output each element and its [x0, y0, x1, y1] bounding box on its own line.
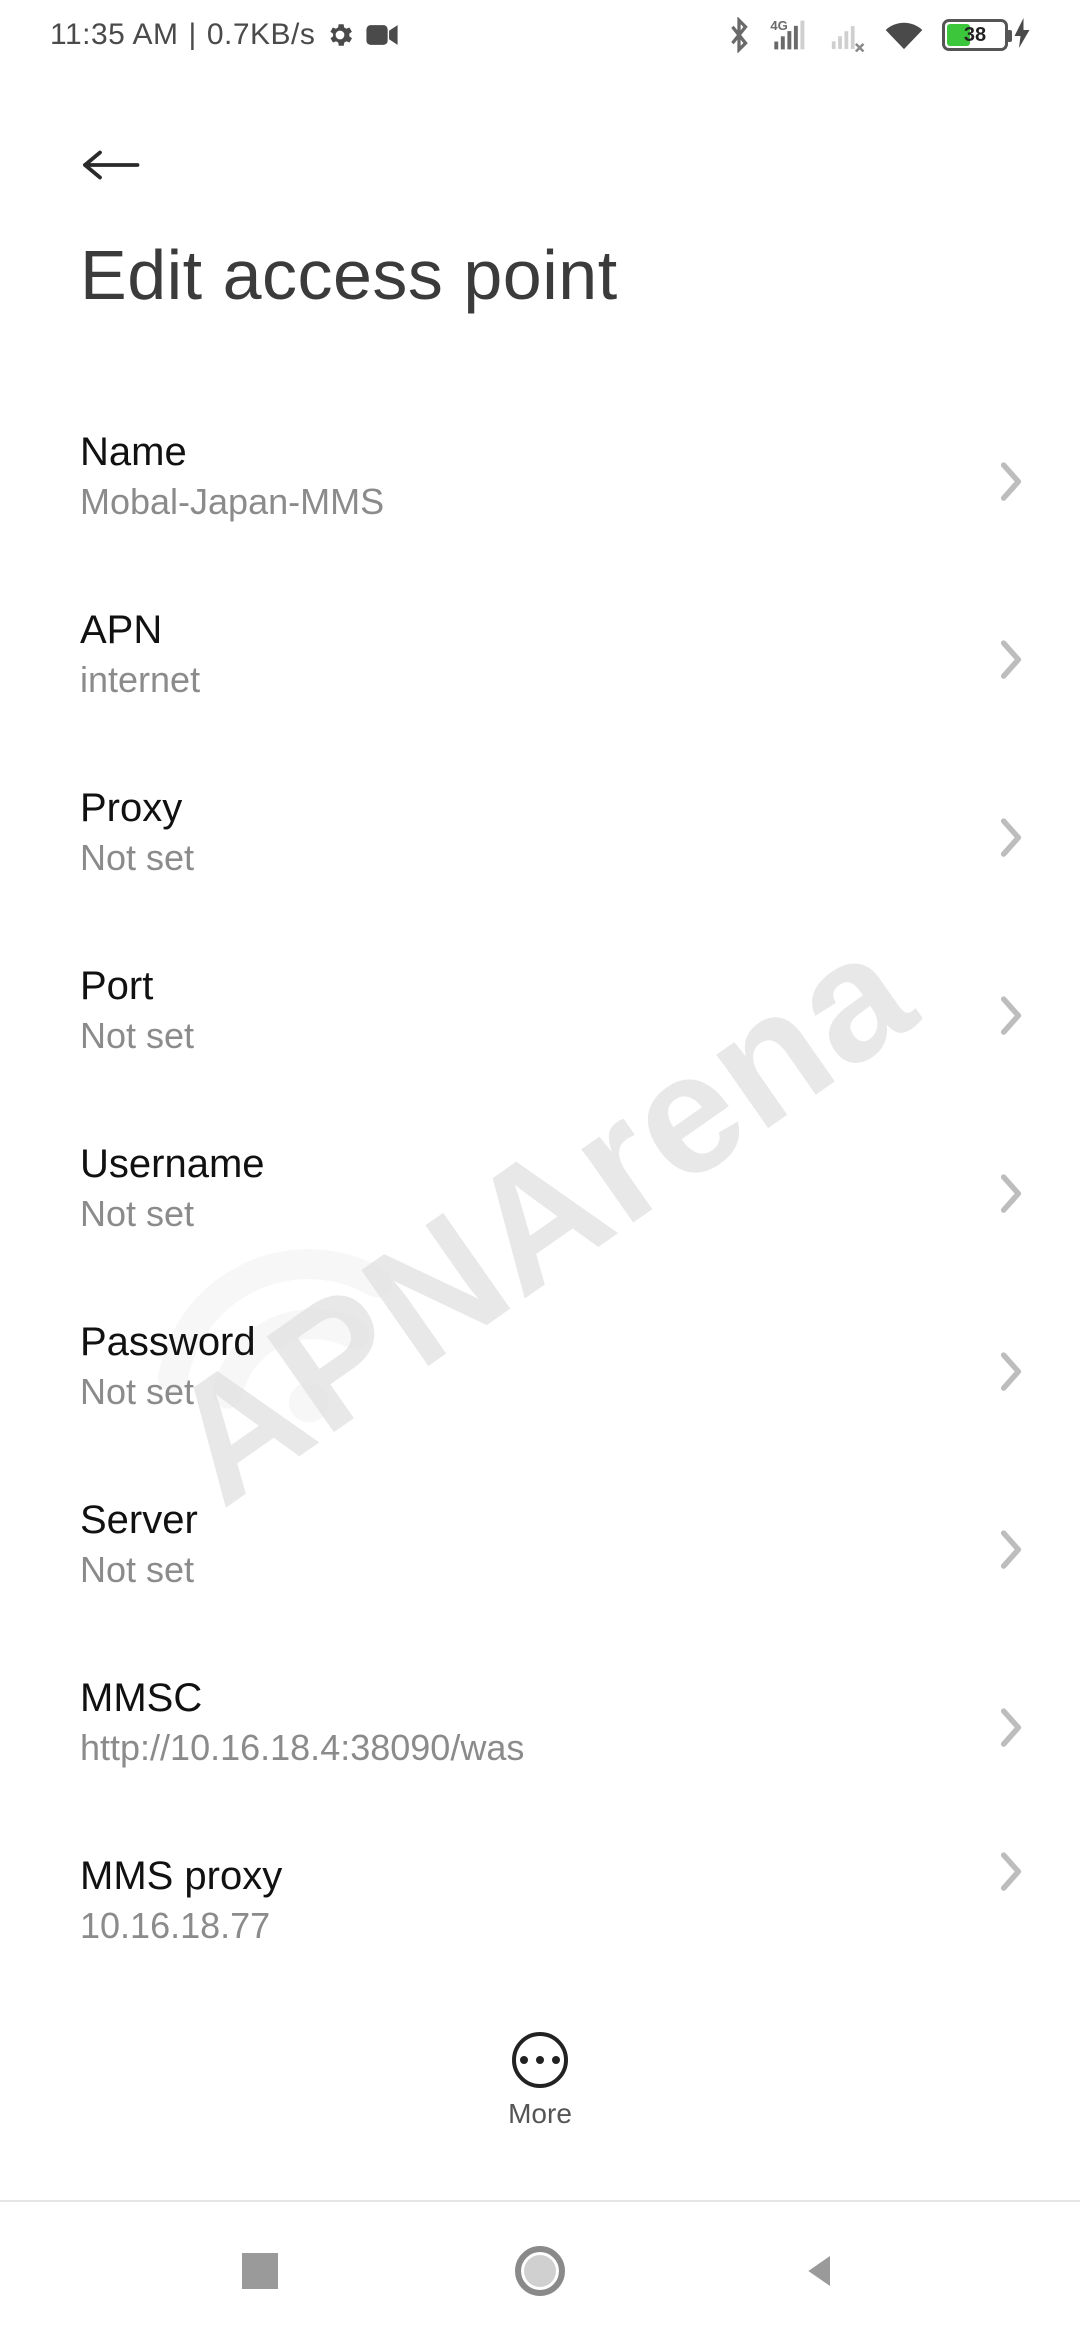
status-bar: 11:35 AM | 0.7KB/s 4G 38 [0, 0, 1080, 70]
row-value: Mobal-Japan-MMS [80, 481, 1000, 523]
signal-nosim-icon [828, 18, 866, 52]
row-value: 10.16.18.77 [80, 1905, 1000, 1947]
status-time: 11:35 AM [50, 18, 179, 52]
nav-recent-button[interactable] [220, 2231, 300, 2311]
row-value: Not set [80, 1015, 1000, 1057]
row-value: Not set [80, 837, 1000, 879]
chevron-right-icon [997, 460, 1025, 509]
row-name[interactable]: Name Mobal-Japan-MMS [0, 400, 1080, 578]
chevron-right-icon [997, 816, 1025, 865]
chevron-right-icon [997, 1528, 1025, 1577]
wifi-icon [884, 19, 924, 51]
chevron-right-icon [997, 1706, 1025, 1755]
chevron-right-icon [997, 994, 1025, 1043]
chevron-right-icon [997, 1850, 1025, 1899]
row-proxy[interactable]: Proxy Not set [0, 756, 1080, 934]
gear-icon [325, 20, 355, 50]
row-value: Not set [80, 1371, 1000, 1413]
bluetooth-icon [726, 17, 752, 53]
row-apn[interactable]: APN internet [0, 578, 1080, 756]
chevron-right-icon [997, 638, 1025, 687]
chevron-right-icon [997, 1350, 1025, 1399]
row-username[interactable]: Username Not set [0, 1112, 1080, 1290]
row-value: Not set [80, 1549, 1000, 1591]
system-nav-bar [0, 2200, 1080, 2340]
page-title: Edit access point [80, 235, 618, 315]
status-net-speed: 0.7KB/s [207, 18, 316, 52]
nav-home-button[interactable] [500, 2231, 580, 2311]
signal-4g-icon: 4G [770, 18, 810, 52]
row-label: Password [80, 1320, 1000, 1365]
triangle-left-icon [800, 2251, 840, 2291]
circle-icon [515, 2246, 565, 2296]
battery-icon: 38 [942, 18, 1030, 53]
chevron-right-icon [997, 1172, 1025, 1221]
row-server[interactable]: Server Not set [0, 1468, 1080, 1646]
more-label: More [508, 2098, 572, 2130]
row-value: Not set [80, 1193, 1000, 1235]
battery-percent: 38 [945, 22, 1005, 48]
row-label: Proxy [80, 786, 1000, 831]
row-label: MMSC [80, 1676, 1000, 1721]
row-port[interactable]: Port Not set [0, 934, 1080, 1112]
svg-text:4G: 4G [770, 18, 787, 33]
row-password[interactable]: Password Not set [0, 1290, 1080, 1468]
row-mmsc[interactable]: MMSC http://10.16.18.4:38090/was [0, 1646, 1080, 1824]
row-value: internet [80, 659, 1000, 701]
row-label: Port [80, 964, 1000, 1009]
arrow-left-icon [80, 145, 140, 185]
settings-list: Name Mobal-Japan-MMS APN internet Proxy … [0, 400, 1080, 1970]
square-icon [242, 2253, 278, 2289]
row-label: MMS proxy [80, 1854, 1000, 1899]
row-value: http://10.16.18.4:38090/was [80, 1727, 1000, 1769]
status-separator: | [189, 18, 197, 52]
row-label: APN [80, 608, 1000, 653]
more-button[interactable]: More [0, 2032, 1080, 2130]
video-icon [365, 22, 399, 48]
row-label: Name [80, 430, 1000, 475]
nav-back-button[interactable] [780, 2231, 860, 2311]
back-button[interactable] [80, 135, 140, 195]
row-label: Server [80, 1498, 1000, 1543]
more-icon [512, 2032, 568, 2088]
row-label: Username [80, 1142, 1000, 1187]
row-mms-proxy[interactable]: MMS proxy 10.16.18.77 [0, 1824, 1080, 1934]
